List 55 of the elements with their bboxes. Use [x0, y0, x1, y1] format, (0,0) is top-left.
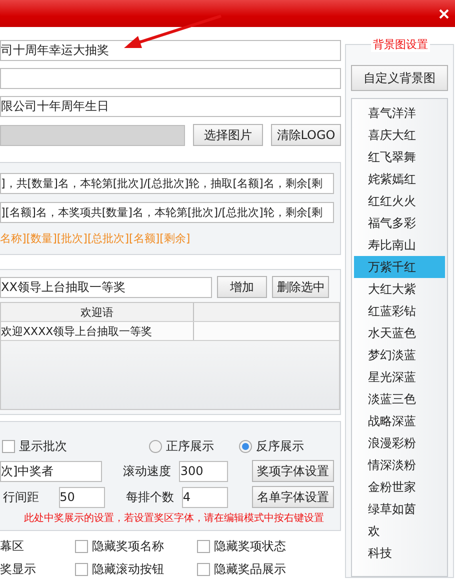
winner-title-field[interactable]: 次]中奖者	[0, 460, 102, 482]
logo-button[interactable]: 选择图片	[193, 124, 263, 146]
background-item[interactable]: 大红大紫	[354, 278, 445, 300]
settings-note: 此处中奖展示的设置，若设置奖区字体，请在编辑模式中按右键设置	[24, 512, 324, 526]
background-item[interactable]: 浪漫彩粉	[354, 432, 445, 454]
option-checkbox[interactable]: 隐藏滚动按钮	[75, 561, 197, 578]
greeting-field[interactable]: XX领导上台抽取一等奖	[0, 276, 212, 298]
background-item[interactable]: 寿比南山	[354, 234, 445, 256]
company-field[interactable]: 限公司十年周年生日	[0, 96, 341, 117]
line-spacing-field[interactable]: 50	[58, 486, 105, 508]
background-item[interactable]: 情深淡粉	[354, 454, 445, 476]
order-radio[interactable]: 反序展示	[238, 438, 334, 454]
option-checkbox[interactable]: 隐藏奖项状态	[197, 538, 341, 555]
background-item[interactable]: 福气多彩	[354, 212, 445, 234]
show-batch-checkbox[interactable]: 显示批次	[0, 438, 141, 454]
background-item[interactable]: 梦幻淡蓝	[354, 344, 445, 366]
option-checkbox[interactable]: 隐藏奖项名称	[75, 538, 197, 555]
greeting-button[interactable]: 删除选中	[272, 276, 329, 298]
option-label: 幕区	[0, 538, 25, 555]
close-icon[interactable]	[439, 8, 449, 18]
template-field[interactable]: ]，共[数量]名，本轮第[批次]/[总批次]轮，抽取[名额]名，剩余[剩	[0, 173, 334, 194]
background-item[interactable]: 淡蓝三色	[354, 388, 445, 410]
background-item[interactable]: 科技	[354, 542, 445, 564]
title-field[interactable]: 司十周年幸运大抽奖	[0, 40, 341, 61]
column-header: 欢迎语	[1, 303, 194, 321]
scroll-speed-field[interactable]: 300	[179, 460, 228, 482]
background-item[interactable]: 水天蓝色	[354, 322, 445, 344]
per-row-field[interactable]: 4	[182, 486, 228, 508]
token-list: 名称][数量][批次][总批次][名额][剩余]	[0, 231, 334, 246]
background-item[interactable]: 战略深蓝	[354, 410, 445, 432]
field-label: 滚动速度	[122, 462, 172, 480]
greeting-button[interactable]: 增加	[217, 276, 267, 298]
background-item[interactable]: 欢	[354, 520, 445, 542]
order-radio[interactable]: 正序展示	[148, 438, 231, 454]
option-checkbox[interactable]: 隐藏奖品展示	[197, 561, 341, 578]
background-item[interactable]: 金粉世家	[354, 476, 445, 498]
background-item[interactable]: 喜庆大红	[354, 124, 445, 146]
background-item[interactable]: 红蓝彩钻	[354, 300, 445, 322]
background-item[interactable]: 姹紫嫣红	[354, 168, 445, 190]
background-item[interactable]: 喜气洋洋	[354, 102, 445, 124]
field-label: 每排个数	[126, 488, 174, 506]
logo-button[interactable]: 清除LOGO	[271, 124, 341, 146]
background-item[interactable]: 红红火火	[354, 190, 445, 212]
background-item[interactable]: 红飞翠舞	[354, 146, 445, 168]
font-settings-button[interactable]: 奖项字体设置	[252, 460, 334, 482]
font-settings-button[interactable]: 名单字体设置	[252, 486, 334, 508]
template-field[interactable]: ][名额]名，本奖项共[数量]名，本轮第[批次]/[总批次]轮，剩余[剩	[0, 202, 334, 223]
text-field[interactable]	[0, 68, 341, 89]
option-label: 奖显示	[0, 561, 37, 578]
background-item[interactable]: 星光深蓝	[354, 366, 445, 388]
background-item[interactable]: 万紫千红	[354, 256, 445, 278]
background-item[interactable]: 绿草如茵	[354, 498, 445, 520]
panel-title: 背景图设置	[371, 37, 430, 52]
custom-background-button[interactable]: 自定义背景图	[351, 65, 448, 91]
field-label: 行间距	[3, 488, 40, 506]
